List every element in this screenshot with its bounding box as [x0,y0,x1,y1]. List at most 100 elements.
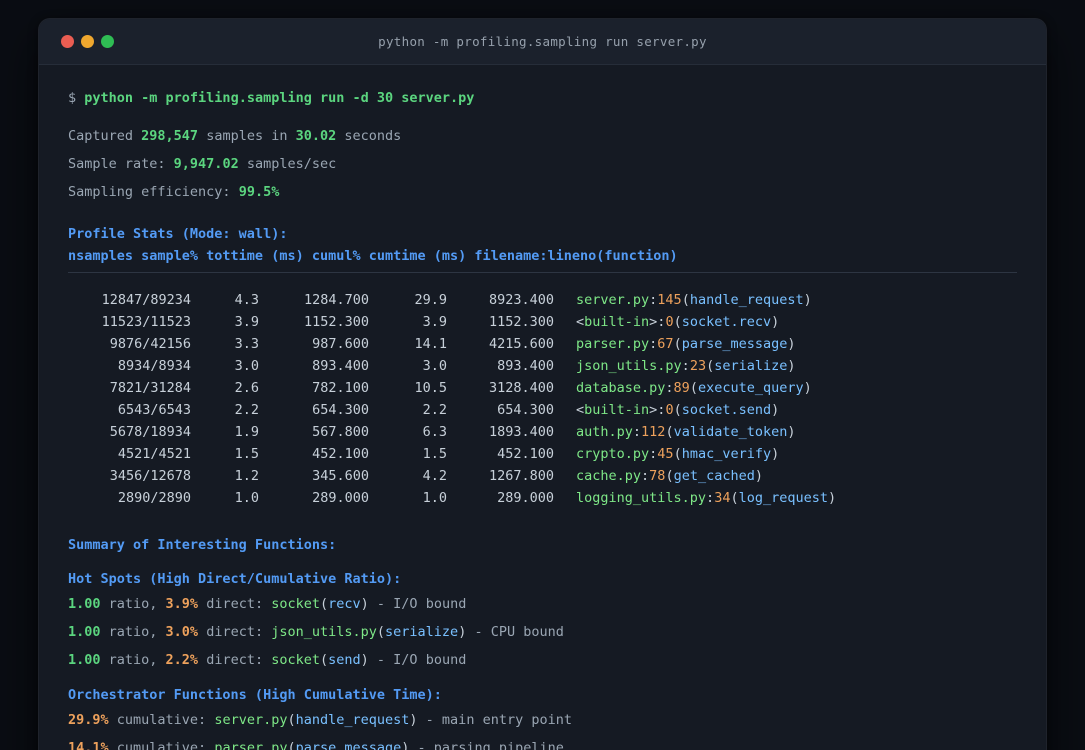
cell-nsamples: 3456/12678 [109,468,191,484]
cell-cumul_pct: 3.0 [422,358,447,374]
table-row: 7821/31284 2.6 782.100 10.5 3128.400 database… [68,377,1017,399]
text-segment: get_cached [673,468,755,484]
cell-tottime_ms: 654.300 [312,402,369,418]
cell-cumul_pct: 10.5 [414,380,447,396]
cell-nsamples: 4521/4521 [117,446,191,462]
text-segment: 145 [657,292,682,308]
cell-nsamples: 12847/89234 [101,292,191,308]
text-segment: parse_message [295,740,402,750]
cell-cumtime_ms: 452.100 [497,446,554,462]
hot-spots-list: 1.00 ratio, 3.9% direct: socket(recv) - … [68,593,1017,671]
orchestrator-line: 14.1% cumulative: parser.py(parse_messag… [68,737,1017,750]
cell-cumtime_ms: 1267.800 [488,468,554,484]
cell-tottime_ms: 987.600 [312,336,369,352]
text-segment: >: [649,314,666,330]
text-segment: ) [771,446,780,462]
minimize-button[interactable] [81,35,94,48]
hot-spot-line: 1.00 ratio, 3.0% direct: json_utils.py(s… [68,621,1017,643]
text-segment: samples in [198,128,296,144]
text-segment: 14.1% [68,740,109,750]
cell-cumul_pct: 3.9 [422,314,447,330]
text-segment: json_utils.py [576,358,682,374]
close-button[interactable] [61,35,74,48]
cell-cumtime_ms: 893.400 [497,358,554,374]
cell-cumtime_ms: 3128.400 [488,380,554,396]
cell-nsamples: 6543/6543 [117,402,191,418]
table-row: 9876/42156 3.3 987.600 14.1 4215.600 parser.p… [68,333,1017,355]
cell-sample_pct: 2.2 [234,402,259,418]
text-segment: $ [68,90,85,106]
cell-function: database.py:89(execute_query) [576,380,812,396]
cell-sample_pct: 1.0 [234,490,259,506]
text-segment: ) [803,292,812,308]
terminal-body[interactable]: $ python -m profiling.sampling run -d 30… [39,65,1046,750]
text-segment: ) [360,596,369,612]
text-segment: >: [649,402,666,418]
text-segment: 99.5% [238,184,280,200]
text-segment: ratio, [100,652,166,668]
text-segment: built-in [584,402,650,418]
titlebar[interactable]: python -m profiling.sampling run server.… [39,19,1046,65]
cell-nsamples: 5678/18934 [109,424,191,440]
table-row: 2890/2890 1.0 289.000 1.0 289.000 logging_uti… [68,487,1017,509]
cell-tottime_ms: 782.100 [312,380,369,396]
table-divider [68,272,1017,273]
text-segment: Sample rate: [68,156,174,172]
text-segment: 89 [673,380,690,396]
text-segment: ( [673,402,682,418]
cell-function: parser.py:67(parse_message) [576,336,796,352]
text-segment: 0 [665,314,674,330]
text-segment: database.py [576,380,666,396]
cell-cumtime_ms: 1152.300 [488,314,554,330]
text-segment: built-in [584,314,650,330]
hot-spots-heading: Hot Spots (High Direct/Cumulative Ratio)… [68,571,402,587]
cell-sample_pct: 1.9 [234,424,259,440]
text-segment: direct: [198,596,272,612]
text-segment: recv [328,596,361,612]
text-segment: 3.9% [165,596,199,612]
text-segment: < [576,402,585,418]
cell-cumul_pct: 1.5 [422,446,447,462]
text-segment: socket.send [681,402,772,418]
text-segment: ) [409,712,418,728]
window-controls [39,35,114,48]
text-segment: 112 [641,424,666,440]
cell-function: server.py:145(handle_request) [576,292,812,308]
terminal-window: python -m profiling.sampling run server.… [38,18,1047,750]
cell-sample_pct: 4.3 [234,292,259,308]
cell-cumul_pct: 2.2 [422,402,447,418]
table-row: 12847/89234 4.3 1284.700 29.9 8923.400 server… [68,289,1017,311]
cell-tottime_ms: 345.600 [312,468,369,484]
orchestrators-heading: Orchestrator Functions (High Cumulative … [68,687,442,703]
text-segment: 1.00 [68,624,101,640]
table-row: 4521/4521 1.5 452.100 1.5 452.100 crypto.py:4… [68,443,1017,465]
text-segment: ( [673,336,682,352]
text-segment: < [576,314,585,330]
text-segment: ( [673,446,682,462]
cell-cumtime_ms: 1893.400 [488,424,554,440]
sample-rate-line: Sample rate: 9,947.02 samples/sec [68,153,1017,175]
text-segment: logging_utils.py [576,490,707,506]
text-segment: auth.py [576,424,633,440]
summary-heading: Summary of Interesting Functions: [68,537,337,553]
cell-function: crypto.py:45(hmac_verify) [576,446,779,462]
text-segment: ) [787,336,796,352]
text-segment: server.py [214,712,288,728]
maximize-button[interactable] [101,35,114,48]
text-segment: seconds [336,128,402,144]
text-segment: : [706,490,715,506]
text-segment: 298,547 [141,128,199,144]
cell-sample_pct: 3.3 [234,336,259,352]
cell-cumul_pct: 6.3 [422,424,447,440]
text-segment: - parsing pipeline [409,740,564,750]
text-segment: ) [828,490,837,506]
hot-spot-line: 1.00 ratio, 3.9% direct: socket(recv) - … [68,593,1017,615]
text-segment: execute_query [697,380,804,396]
table-row: 5678/18934 1.9 567.800 6.3 1893.400 auth.py:1… [68,421,1017,443]
command-line: $ python -m profiling.sampling run -d 30… [68,87,1017,109]
text-segment: : [641,468,650,484]
text-segment: ratio, [100,624,166,640]
text-segment: cumulative: [108,712,215,728]
text-segment: 3.0% [165,624,199,640]
text-segment: - I/O bound [368,596,467,612]
